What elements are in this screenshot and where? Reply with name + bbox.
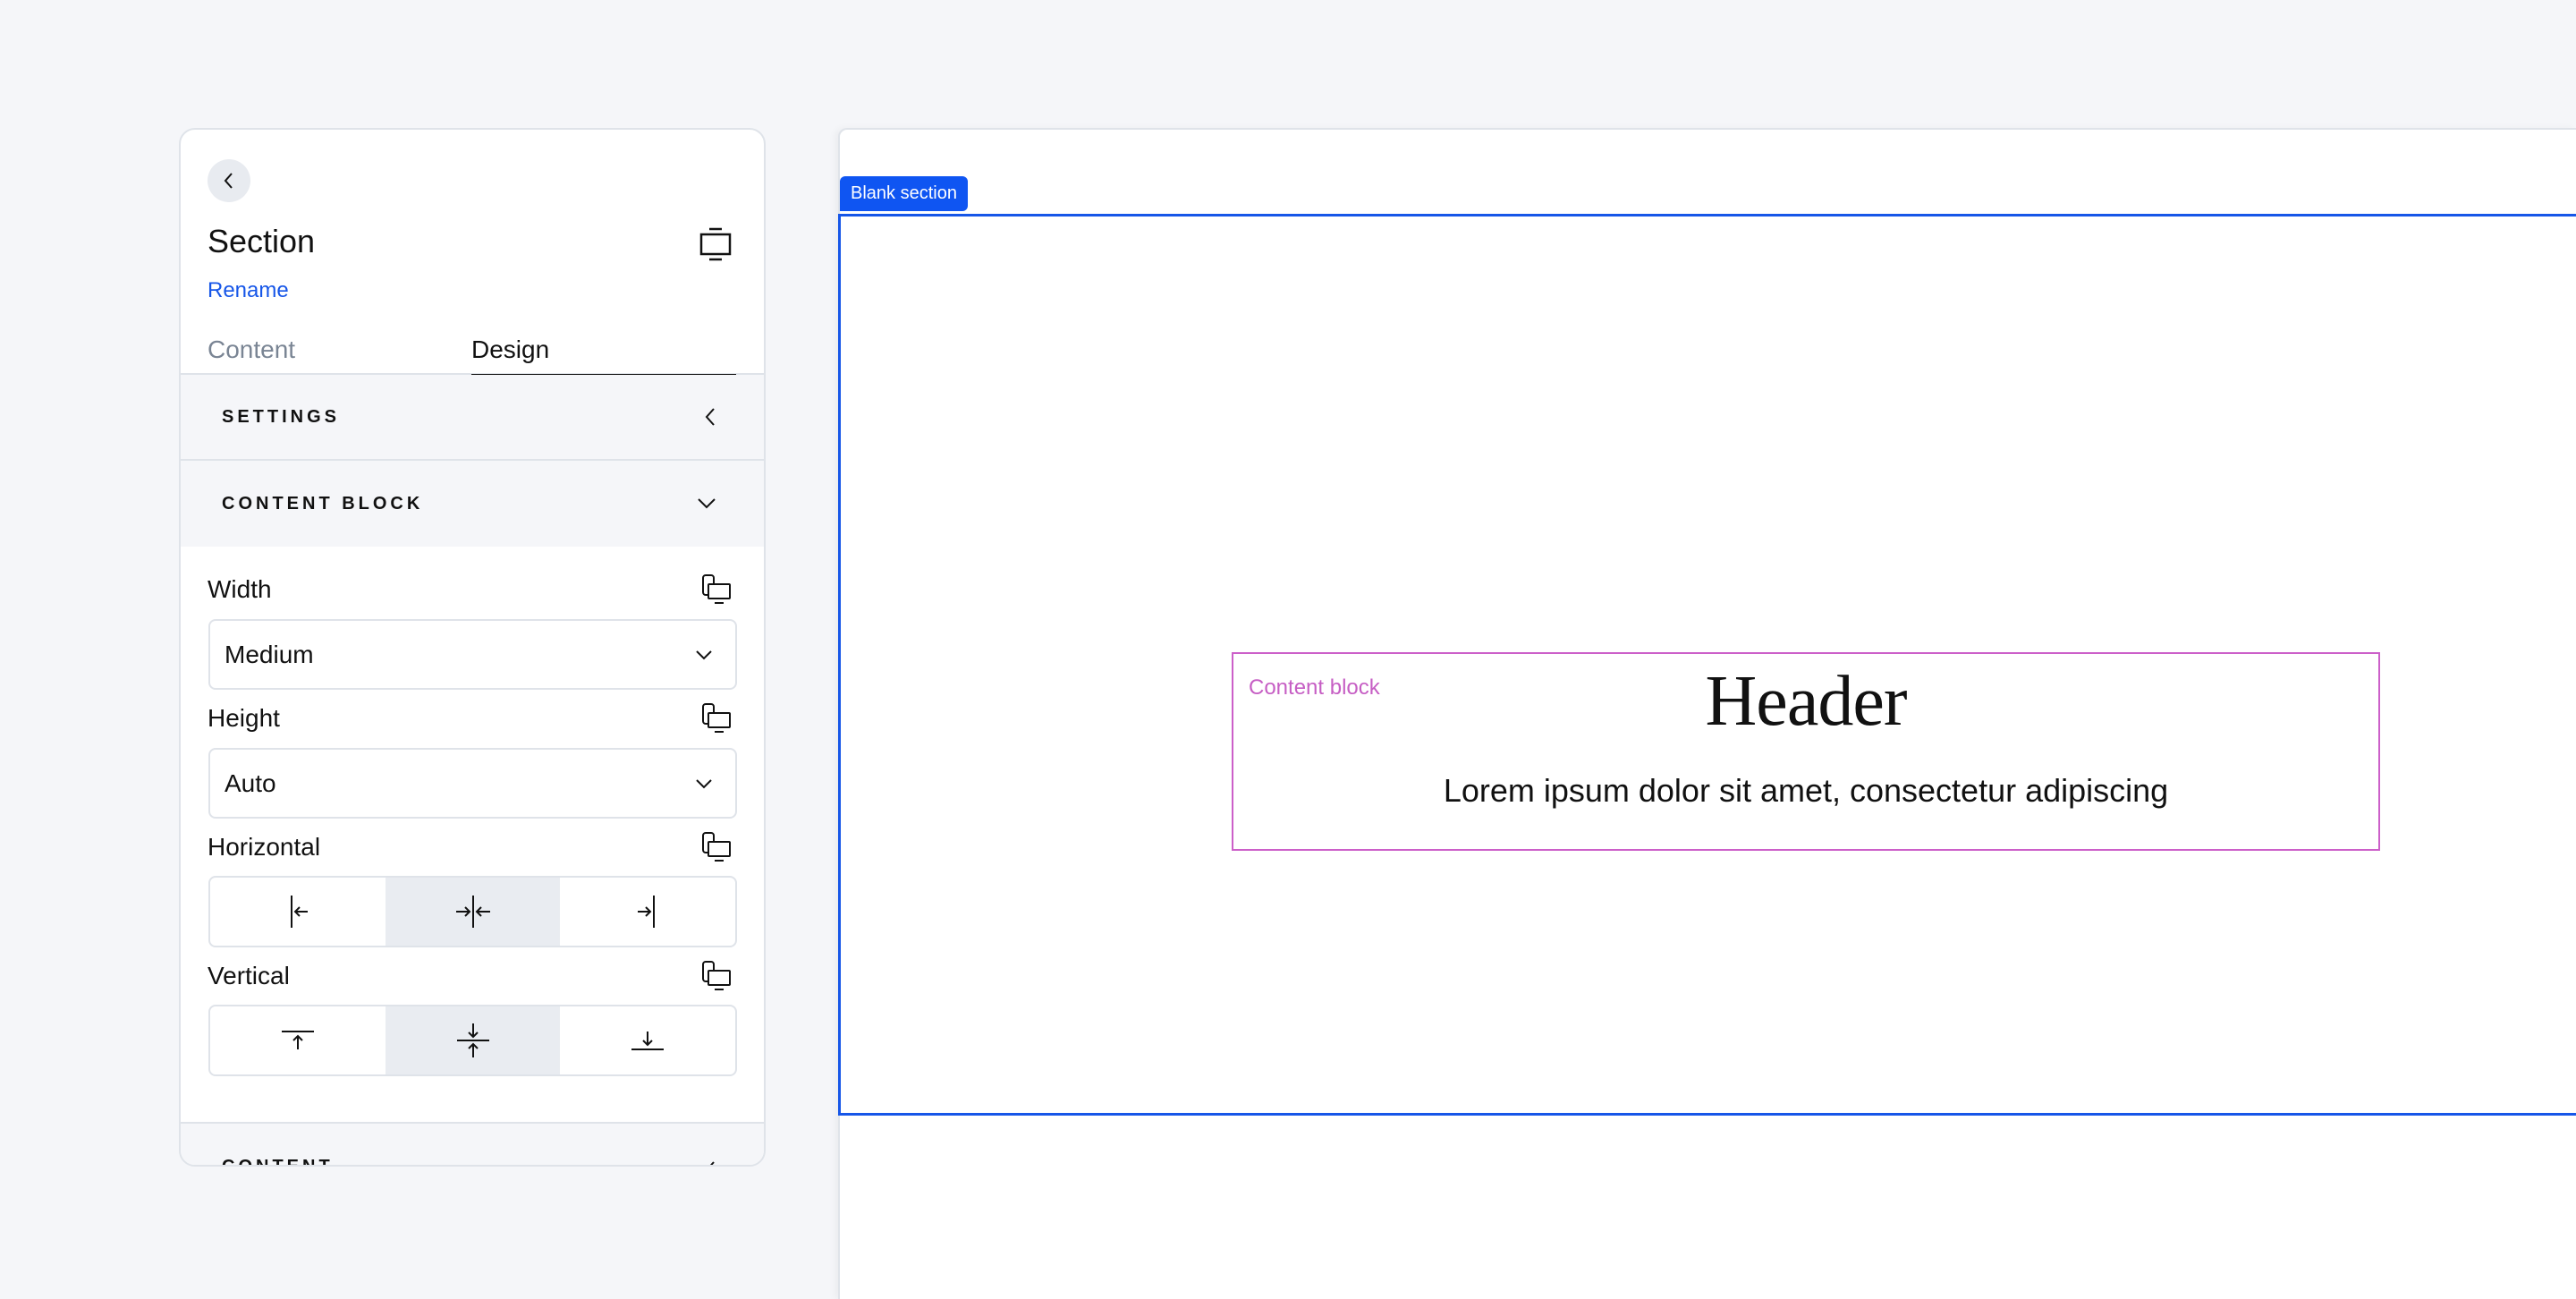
width-select-value: Medium [225,640,314,668]
content-block-body[interactable]: Lorem ipsum dolor sit amet, consectetur … [1233,772,2378,810]
vertical-alignment-group [208,1005,737,1076]
content-block-header[interactable]: Header [1233,661,2378,743]
align-middle-button[interactable] [385,1006,561,1074]
height-select-value: Auto [225,768,276,797]
content-section-header[interactable]: CONTENT [181,1122,764,1167]
properties-panel: Section Rename Content Design SETTINGS C… [179,128,766,1167]
horizontal-label: Horizontal [208,833,321,861]
align-left-icon [290,896,308,928]
blank-section[interactable]: Content block Header Lorem ipsum dolor s… [838,214,2576,1116]
tab-content[interactable]: Content [208,335,295,375]
align-bottom-icon [631,1032,665,1050]
settings-section-label: SETTINGS [222,406,341,427]
section-tag[interactable]: Blank section [840,176,968,211]
vertical-label: Vertical [208,962,290,989]
content-section-label: CONTENT [222,1157,334,1167]
height-select[interactable]: Auto [208,748,737,819]
responsive-device-icon[interactable] [701,702,733,734]
align-bottom-button[interactable] [560,1006,735,1074]
panel-tabs: Content Design [181,328,764,377]
horizontal-alignment-group [208,876,737,947]
layout-toggle-icon[interactable] [699,226,732,262]
rename-link[interactable]: Rename [208,278,289,303]
chevron-left-icon [705,408,715,426]
align-center-horizontal-icon [455,896,490,928]
responsive-device-icon[interactable] [701,960,733,992]
chevron-down-icon [696,650,712,659]
settings-section-header[interactable]: SETTINGS [181,375,764,461]
align-center-button[interactable] [385,878,561,946]
align-top-icon [281,1031,314,1049]
width-label: Width [208,575,272,603]
align-right-icon [638,896,656,928]
align-right-button[interactable] [560,878,735,946]
width-select[interactable]: Medium [208,619,737,690]
panel-title: Section [208,223,316,259]
align-left-button[interactable] [210,878,386,946]
editor-canvas: Blank section Content block Header Lorem… [838,128,2576,1299]
content-block-section-label: CONTENT BLOCK [222,493,424,514]
content-block-section-header[interactable]: CONTENT BLOCK [181,461,764,547]
height-label: Height [208,704,280,732]
chevron-left-icon [709,1161,715,1165]
chevron-left-icon [224,173,233,189]
tab-design[interactable]: Design [471,335,736,377]
content-block[interactable]: Content block Header Lorem ipsum dolor s… [1232,652,2380,851]
align-top-button[interactable] [210,1006,386,1074]
responsive-device-icon[interactable] [701,573,733,606]
responsive-device-icon[interactable] [701,831,733,863]
align-middle-vertical-icon [456,1023,489,1057]
chevron-down-icon [698,498,716,509]
back-button[interactable] [208,159,250,202]
chevron-down-icon [696,778,712,788]
